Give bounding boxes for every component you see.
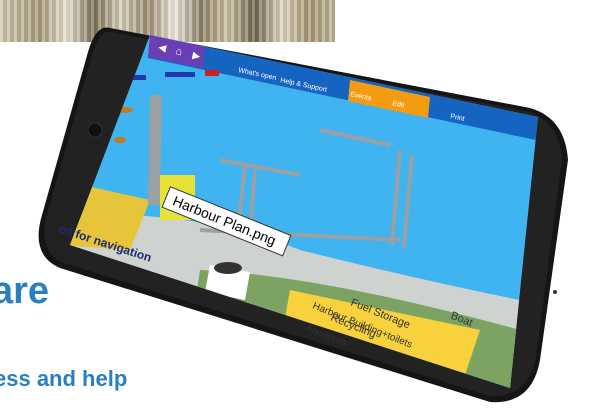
page-caption-title: are: [0, 270, 50, 312]
page-caption-subtitle: ess and help: [0, 366, 128, 391]
tablet-device: Harbour Plan.png ◀ ⌂ ▶ What's open Help …: [38, 27, 569, 403]
